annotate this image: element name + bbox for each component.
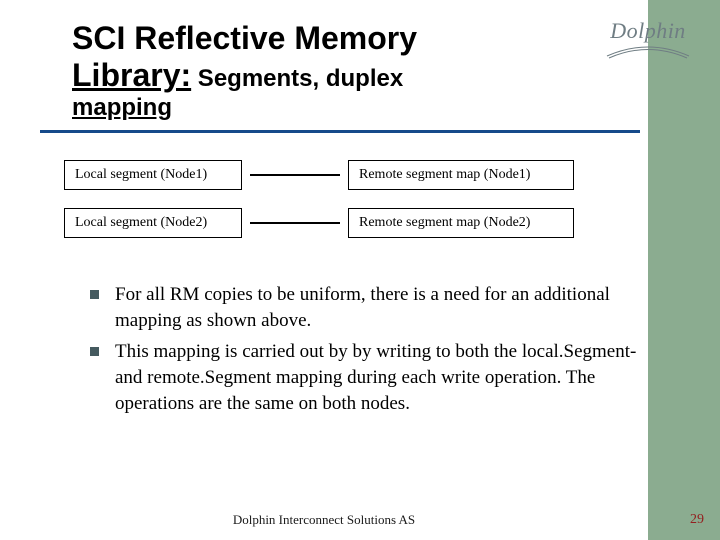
bullet-text: This mapping is carried out by by writin… — [115, 339, 650, 416]
title-line-1: SCI Reflective Memory — [72, 20, 632, 57]
local-segment-box: Local segment (Node1) — [64, 160, 242, 190]
remote-segment-box: Remote segment map (Node1) — [348, 160, 574, 190]
title-line-2-rest: Segments, duplex — [191, 65, 403, 92]
bullet-item: For all RM copies to be uniform, there i… — [90, 282, 650, 333]
footer-text: Dolphin Interconnect Solutions AS — [0, 512, 648, 528]
square-bullet-icon — [90, 347, 99, 356]
bullet-list: For all RM copies to be uniform, there i… — [90, 282, 650, 422]
diagram-row: Local segment (Node2) Remote segment map… — [64, 208, 664, 238]
remote-segment-box: Remote segment map (Node2) — [348, 208, 574, 238]
title-line-3: mapping — [72, 94, 632, 122]
bullet-item: This mapping is carried out by by writin… — [90, 339, 650, 416]
page-number: 29 — [690, 512, 704, 528]
square-bullet-icon — [90, 290, 99, 299]
connector-line — [250, 174, 340, 176]
slide-title: SCI Reflective Memory Library: Segments,… — [72, 20, 632, 122]
segment-diagram: Local segment (Node1) Remote segment map… — [64, 160, 664, 256]
diagram-row: Local segment (Node1) Remote segment map… — [64, 160, 664, 190]
connector-line — [250, 222, 340, 224]
slide: Dolphin SCI Reflective Memory Library: S… — [0, 0, 720, 540]
bullet-text: For all RM copies to be uniform, there i… — [115, 282, 650, 333]
local-segment-box: Local segment (Node2) — [64, 208, 242, 238]
title-line-2-underlined: Library: — [72, 57, 191, 93]
title-underline-rule — [40, 130, 640, 133]
